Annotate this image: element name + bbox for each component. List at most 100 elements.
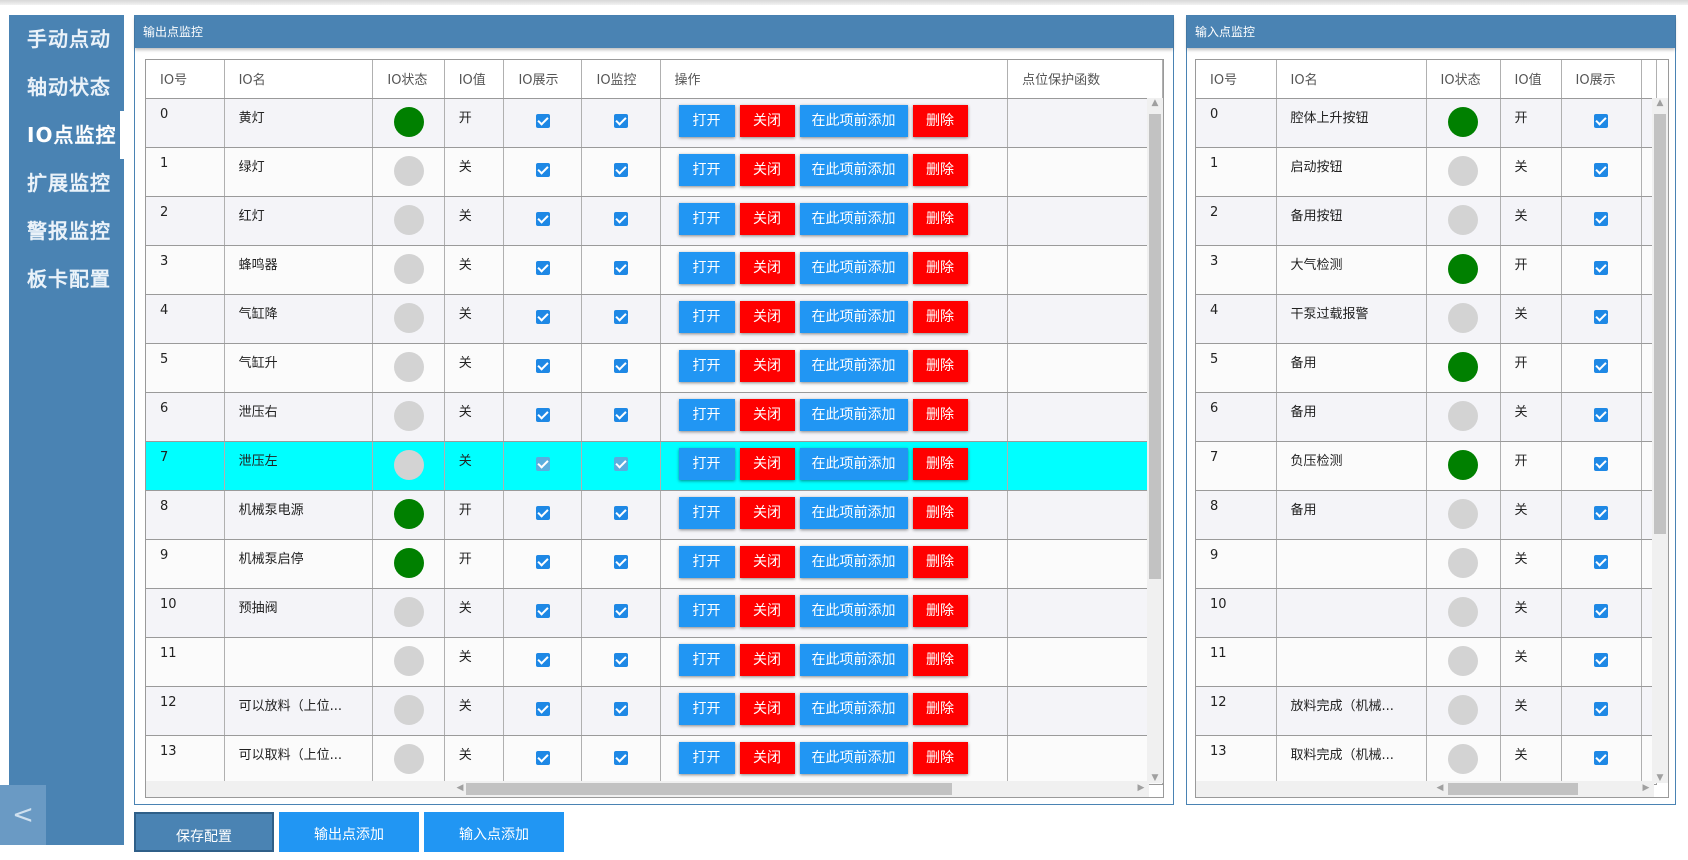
io-name-cell[interactable]: 可以取料（上位... bbox=[224, 735, 374, 785]
io-monitor-checkbox[interactable] bbox=[613, 750, 628, 765]
io-name-cell[interactable]: 绿灯 bbox=[224, 147, 374, 197]
io-monitor-checkbox[interactable] bbox=[613, 652, 628, 667]
scroll-up-icon[interactable]: ▲ bbox=[1147, 98, 1163, 108]
output-column-header[interactable]: IO号 bbox=[146, 60, 225, 99]
open-button[interactable]: 打开 bbox=[678, 447, 735, 480]
open-button[interactable]: 打开 bbox=[678, 643, 735, 676]
open-button[interactable]: 打开 bbox=[678, 398, 735, 431]
delete-button[interactable]: 删除 bbox=[912, 594, 968, 627]
table-row[interactable]: 3 蜂鸣器 关 打开 关闭 在此项前添加 删除 bbox=[146, 245, 1163, 295]
output-vertical-scrollbar[interactable]: ▲ ▼ bbox=[1147, 98, 1163, 783]
close-button[interactable]: 关闭 bbox=[739, 202, 795, 235]
delete-button[interactable]: 删除 bbox=[912, 496, 968, 529]
table-row[interactable]: 3 大气检测 开 bbox=[1196, 245, 1657, 295]
io-show-checkbox[interactable] bbox=[1594, 652, 1608, 667]
table-row[interactable]: 11 关 bbox=[1196, 637, 1657, 687]
delete-button[interactable]: 删除 bbox=[912, 104, 968, 137]
io-show-checkbox[interactable] bbox=[535, 113, 550, 128]
io-show-checkbox[interactable] bbox=[1594, 554, 1608, 569]
open-button[interactable]: 打开 bbox=[678, 349, 735, 382]
sidebar-item-1[interactable]: 轴动状态 bbox=[9, 63, 124, 111]
output-column-header[interactable]: IO状态 bbox=[372, 60, 445, 99]
open-button[interactable]: 打开 bbox=[678, 153, 735, 186]
table-row[interactable]: 10 预抽阀 关 打开 关闭 在此项前添加 删除 bbox=[146, 588, 1163, 638]
io-show-checkbox[interactable] bbox=[535, 211, 550, 226]
table-row[interactable]: 13 取料完成（机械... 关 bbox=[1196, 735, 1657, 785]
protection-function-cell[interactable] bbox=[1007, 245, 1163, 295]
io-name-cell[interactable]: 大气检测 bbox=[1276, 245, 1427, 295]
io-name-cell[interactable]: 气缸降 bbox=[224, 294, 374, 344]
io-name-cell[interactable]: 放料完成（机械... bbox=[1276, 686, 1427, 736]
delete-button[interactable]: 删除 bbox=[912, 300, 968, 333]
open-button[interactable]: 打开 bbox=[678, 300, 735, 333]
io-show-checkbox[interactable] bbox=[535, 358, 550, 373]
io-name-cell[interactable]: 备用 bbox=[1276, 490, 1427, 540]
delete-button[interactable]: 删除 bbox=[912, 202, 968, 235]
table-row[interactable]: 9 机械泵启停 开 打开 关闭 在此项前添加 删除 bbox=[146, 539, 1163, 589]
save-config-button[interactable]: 保存配置 bbox=[134, 812, 274, 852]
io-monitor-checkbox[interactable] bbox=[613, 554, 628, 569]
io-show-checkbox[interactable] bbox=[1594, 260, 1608, 275]
sidebar-item-5[interactable]: 板卡配置 bbox=[9, 255, 124, 303]
io-name-cell[interactable] bbox=[1276, 539, 1427, 589]
insert-before-button[interactable]: 在此项前添加 bbox=[799, 300, 908, 333]
io-show-checkbox[interactable] bbox=[1594, 603, 1608, 618]
sidebar-item-4[interactable]: 警报监控 bbox=[9, 207, 124, 255]
scroll-down-icon[interactable]: ▼ bbox=[1652, 773, 1668, 783]
table-row[interactable]: 4 干泵过载报警 关 bbox=[1196, 294, 1657, 344]
table-row[interactable]: 4 气缸降 关 打开 关闭 在此项前添加 删除 bbox=[146, 294, 1163, 344]
io-name-cell[interactable]: 机械泵电源 bbox=[224, 490, 374, 540]
delete-button[interactable]: 删除 bbox=[912, 447, 968, 480]
io-monitor-checkbox[interactable] bbox=[613, 456, 628, 471]
protection-function-cell[interactable] bbox=[1007, 686, 1163, 736]
table-row[interactable]: 2 备用按钮 关 bbox=[1196, 196, 1657, 246]
insert-before-button[interactable]: 在此项前添加 bbox=[799, 349, 908, 382]
open-button[interactable]: 打开 bbox=[678, 692, 735, 725]
open-button[interactable]: 打开 bbox=[678, 496, 735, 529]
protection-function-cell[interactable] bbox=[1007, 147, 1163, 197]
table-row[interactable]: 12 放料完成（机械... 关 bbox=[1196, 686, 1657, 736]
close-button[interactable]: 关闭 bbox=[739, 300, 795, 333]
io-name-cell[interactable] bbox=[1276, 637, 1427, 687]
io-monitor-checkbox[interactable] bbox=[613, 211, 628, 226]
io-show-checkbox[interactable] bbox=[1594, 162, 1608, 177]
io-monitor-checkbox[interactable] bbox=[613, 260, 628, 275]
io-name-cell[interactable]: 备用 bbox=[1276, 343, 1427, 393]
input-column-header[interactable]: IO展示 bbox=[1561, 60, 1642, 99]
input-hscroll-thumb[interactable] bbox=[1448, 783, 1578, 795]
protection-function-cell[interactable] bbox=[1007, 637, 1163, 687]
insert-before-button[interactable]: 在此项前添加 bbox=[799, 153, 908, 186]
insert-before-button[interactable]: 在此项前添加 bbox=[799, 104, 908, 137]
table-row[interactable]: 7 泄压左 关 打开 关闭 在此项前添加 删除 bbox=[146, 441, 1163, 491]
io-show-checkbox[interactable] bbox=[535, 701, 550, 716]
input-vertical-scrollbar[interactable]: ▲ ▼ bbox=[1652, 98, 1668, 783]
close-button[interactable]: 关闭 bbox=[739, 349, 795, 382]
io-name-cell[interactable]: 备用按钮 bbox=[1276, 196, 1427, 246]
delete-button[interactable]: 删除 bbox=[912, 251, 968, 284]
table-row[interactable]: 2 红灯 关 打开 关闭 在此项前添加 删除 bbox=[146, 196, 1163, 246]
insert-before-button[interactable]: 在此项前添加 bbox=[799, 741, 908, 774]
open-button[interactable]: 打开 bbox=[678, 104, 735, 137]
table-row[interactable]: 9关 bbox=[1196, 539, 1657, 589]
table-row[interactable]: 0 黄灯 开 打开 关闭 在此项前添加 删除 bbox=[146, 98, 1163, 148]
io-name-cell[interactable] bbox=[224, 637, 374, 687]
io-name-cell[interactable]: 干泵过载报警 bbox=[1276, 294, 1427, 344]
open-button[interactable]: 打开 bbox=[678, 545, 735, 578]
table-row[interactable]: 6 备用 关 bbox=[1196, 392, 1657, 442]
io-name-cell[interactable]: 蜂鸣器 bbox=[224, 245, 374, 295]
sidebar-item-2[interactable]: IO点监控 bbox=[9, 111, 124, 159]
io-name-cell[interactable]: 泄压左 bbox=[224, 441, 374, 491]
insert-before-button[interactable]: 在此项前添加 bbox=[799, 692, 908, 725]
delete-button[interactable]: 删除 bbox=[912, 398, 968, 431]
io-name-cell[interactable]: 腔体上升按钮 bbox=[1276, 98, 1427, 148]
io-show-checkbox[interactable] bbox=[535, 309, 550, 324]
io-show-checkbox[interactable] bbox=[1594, 309, 1608, 324]
close-button[interactable]: 关闭 bbox=[739, 741, 795, 774]
output-column-header[interactable]: 操作 bbox=[660, 60, 1009, 99]
table-row[interactable]: 11 关 打开 关闭 在此项前添加 删除 bbox=[146, 637, 1163, 687]
input-vscroll-thumb[interactable] bbox=[1654, 114, 1666, 534]
delete-button[interactable]: 删除 bbox=[912, 692, 968, 725]
io-name-cell[interactable]: 预抽阀 bbox=[224, 588, 374, 638]
io-show-checkbox[interactable] bbox=[535, 407, 550, 422]
protection-function-cell[interactable] bbox=[1007, 588, 1163, 638]
